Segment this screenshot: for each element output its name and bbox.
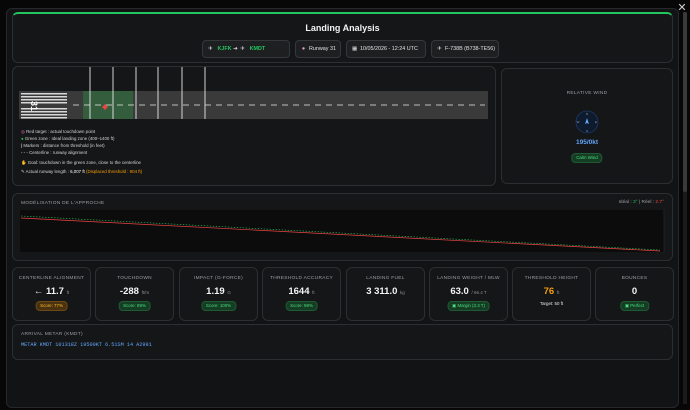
target-icon: ◎ [21,129,25,134]
metric-badge: Score: 77% [35,301,68,311]
origin-airport: KJFK [217,46,232,52]
approach-title: MODÉLISATION DE L'APPROCHE [21,201,105,206]
metric-badge: Score: 98% [285,301,318,311]
approach-chart [19,209,665,253]
runway-diagram: 31 500 1000 1500 2000 2500 3000 [19,67,488,119]
route-chip: ✈ KJFK ➔ ✈ KMDT [202,40,290,58]
metric-badge: Score: 100% [200,301,237,311]
metric-value: -288 ft/m [119,286,150,297]
metric-value: 0 [631,286,638,297]
metar-title: ARRIVAL METAR (KMDT) [21,332,83,337]
runway-icon: ● [301,46,306,52]
legend-green-zone: ● Green zone : Ideal landing zone (400–1… [21,136,115,141]
metric-label: CENTERLINE ALIGNMENT [18,276,85,281]
aircraft-label: F-738B (B738-TE56) [445,46,496,52]
check-icon: ▣ [452,303,457,308]
metric-value: 1.19 G [206,286,231,297]
metric-value: ← 11.7 ft [33,286,70,297]
metric-label: IMPACT (G-FORCE) [193,276,244,281]
metric-badge: ▣ Perfect [619,301,650,311]
metric-badge: Score: 89% [118,301,151,311]
wind-badge: Calm Wind [571,153,603,163]
svg-text:E: E [595,120,597,124]
svg-text:S: S [586,129,588,133]
flight-header: Landing Analysis ✈ KJFK ➔ ✈ KMDT ● Runway… [12,12,673,63]
metric-label: LANDING FUEL [366,276,405,281]
metric-centerline: CENTERLINE ALIGNMENT ← 11.7 ft Score: 77… [12,267,91,321]
metric-threshold-accuracy: THRESHOLD ACCURACY 1644 ft Score: 98% [262,267,341,321]
metric-value: 76 ft [543,286,560,297]
datetime-chip: ▦ 10/05/2026 - 12:24 UTC [346,40,426,58]
metric-label: BOUNCES [621,276,648,281]
runway-diagram-card: 31 500 1000 1500 2000 2500 3000 ◎ Red ta… [12,66,496,186]
metric-value: 1644 ft [288,286,315,297]
destination-airport: KMDT [249,46,266,52]
check-icon: ▣ [624,303,629,308]
metric-bounces: BOUNCES 0 ▣ Perfect [595,267,674,321]
plane-icon: ✈ [437,46,442,52]
svg-text:W: W [577,120,580,124]
calendar-icon: ▦ [351,46,358,52]
metric-landing-weight: LANDING WEIGHT / MLW 63.0 / 66.4 T ▣ Mar… [429,267,508,321]
metric-touchdown: TOUCHDOWN -288 ft/m Score: 89% [95,267,174,321]
legend-red-target: ◎ Red target : actual touchdown point [21,129,96,134]
runway-label: Runway 31 [309,46,336,52]
glide-angles: Idéal : 3° | Réel : 2.7° [618,200,664,205]
takeoff-icon: ✈ [208,46,213,52]
legend-goal: ✋ Goal: touchdown in the green zone, clo… [21,160,141,165]
metric-value: 3 311.0 kg [366,286,405,297]
wind-title: RELATIVE WIND [566,91,608,96]
relative-wind-card: RELATIVE WIND N S W E 195/0kt Calm Wind [501,68,673,184]
target-hand-icon: ✋ [21,160,27,165]
scrollbar-thumb[interactable] [683,12,687,192]
datetime-label: 10/05/2026 - 12:24 UTC [360,46,418,52]
metric-label: LANDING WEIGHT / MLW [437,276,500,281]
ruler-icon: ✎ [21,169,25,174]
runway-chip: ● Runway 31 [295,40,341,58]
metar-text: METAR KMDT 101318Z 19500KT 6.51SM 14 A29… [21,342,152,348]
metric-impact: IMPACT (G-FORCE) 1.19 G Score: 100% [179,267,258,321]
metric-landing-fuel: LANDING FUEL 3 311.0 kg [346,267,425,321]
metar-card: ARRIVAL METAR (KMDT) METAR KMDT 101318Z … [12,324,673,360]
dashed-line-icon: - - - [21,150,28,155]
wind-value: 195/0kt [575,139,599,146]
metric-value: 63.0 / 66.4 T [450,286,487,297]
ideal-angle: 3° [633,200,638,205]
legend-markers: | Markers : distance from threshold (in … [21,143,105,148]
landing-icon: ✈ [240,46,245,52]
runway-number: 31 [29,101,39,111]
real-angle: 2.7° [655,200,664,205]
metric-threshold-height: THRESHOLD HEIGHT 76 ft Target: 50 ft [512,267,591,321]
page-title: Landing Analysis [305,23,380,33]
legend-centerline: - - - Centerline : runway alignment [21,150,88,155]
metric-label: THRESHOLD ACCURACY [270,276,333,281]
marker-icon: | [21,143,23,148]
wind-compass-icon: N S W E [575,110,599,134]
metric-target: Target: 50 ft [539,301,564,306]
approach-card: MODÉLISATION DE L'APPROCHE Idéal : 3° | … [12,193,673,261]
svg-text:N: N [586,112,588,116]
metric-badge: ▣ Margin (3.3 T) [447,301,490,311]
metric-label: TOUCHDOWN [117,276,152,281]
metric-label: THRESHOLD HEIGHT [524,276,579,281]
green-dot-icon: ● [21,136,24,141]
aircraft-chip: ✈ F-738B (B738-TE56) [431,40,499,58]
runway-length: ✎ Actual runway length : 6,007 ft (Displ… [21,169,143,174]
